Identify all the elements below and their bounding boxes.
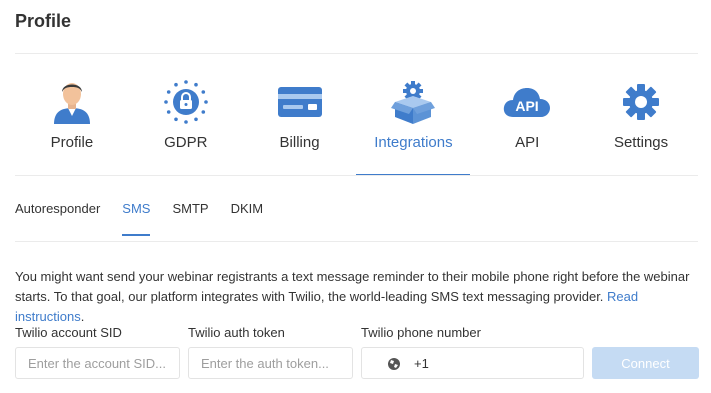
api-cloud-icon: API — [503, 80, 551, 124]
phone-label: Twilio phone number — [361, 325, 481, 340]
page-title: Profile — [15, 11, 72, 31]
subtab-smtp[interactable]: SMTP — [172, 194, 208, 242]
sid-label: Twilio account SID — [15, 325, 122, 340]
phone-number-input[interactable] — [428, 349, 609, 377]
gear-icon — [617, 80, 665, 124]
dial-code: +1 — [414, 355, 429, 371]
subtab-sms[interactable]: SMS — [122, 194, 151, 242]
tab-label: Billing — [279, 134, 320, 151]
subtabs-divider — [15, 241, 698, 242]
sms-description: You might want send your webinar registr… — [15, 267, 700, 327]
tab-label: GDPR — [164, 134, 208, 151]
token-label: Twilio auth token — [188, 325, 285, 340]
tab-integrations[interactable]: Integrations — [356, 54, 471, 176]
subtab-autoresponder[interactable]: Autoresponder — [15, 194, 100, 242]
user-avatar-icon — [48, 80, 96, 124]
box-gear-icon — [389, 80, 437, 124]
tab-billing[interactable]: Billing — [243, 54, 357, 176]
tab-settings[interactable]: Settings — [584, 54, 698, 176]
subtab-dkim[interactable]: DKIM — [231, 194, 264, 242]
globe-icon — [388, 357, 400, 370]
tab-api[interactable]: API API — [470, 54, 584, 176]
connect-button[interactable]: Connect — [592, 347, 699, 379]
sub-tabs: Autoresponder SMS SMTP DKIM — [15, 194, 285, 242]
tab-label: Profile — [50, 134, 94, 151]
auth-token-input[interactable] — [188, 347, 353, 379]
description-period: . — [80, 309, 85, 324]
tabs-divider — [15, 175, 698, 176]
tab-profile[interactable]: Profile — [15, 54, 129, 176]
tab-label: API — [515, 134, 540, 151]
tab-gdpr[interactable]: GDPR — [129, 54, 243, 176]
main-tabs: Profile GDPR Billing Integrations API AP… — [15, 54, 698, 176]
tab-label: Integrations — [374, 134, 453, 151]
tab-label: Settings — [613, 134, 669, 151]
gdpr-lock-icon — [162, 80, 210, 124]
description-text: You might want send your webinar registr… — [15, 269, 690, 304]
credit-card-icon — [276, 80, 324, 124]
phone-number-field: +1 — [361, 347, 609, 379]
account-sid-input[interactable] — [15, 347, 180, 379]
svg-text:API: API — [516, 98, 539, 114]
